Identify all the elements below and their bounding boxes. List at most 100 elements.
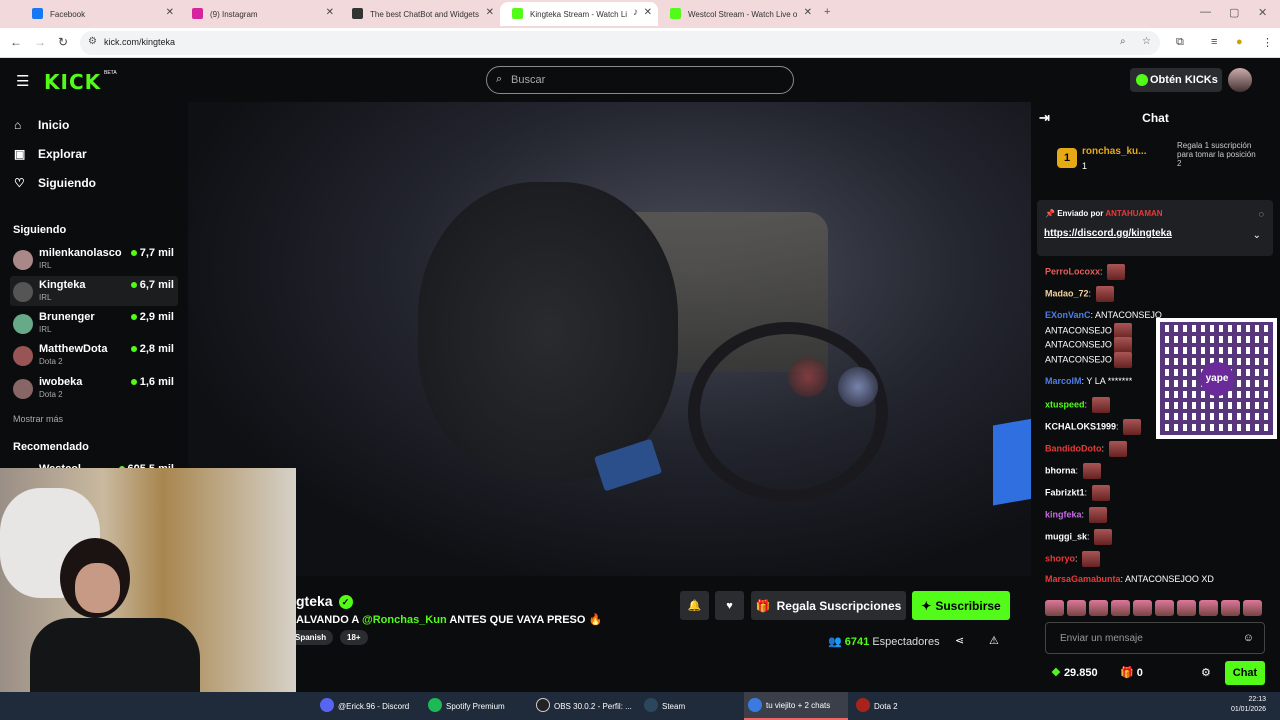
forward-icon[interactable]: → [34,35,46,49]
chat-username[interactable]: MarcolM [1045,376,1082,386]
gift-count[interactable]: 🎁 0 [1120,666,1143,679]
browser-tab[interactable]: (9) Instagram ✕ [180,2,340,26]
taskbar-item-active[interactable]: tu viejito + 2 chats [744,692,848,720]
hamburger-menu-icon[interactable]: ☰ [16,72,29,90]
nav-explore[interactable]: ▣ Explorar [14,147,87,161]
webcam-face [75,563,120,613]
chat-username[interactable]: muggi_sk [1045,531,1087,541]
chat-emote [1107,264,1126,280]
emote-button[interactable] [1221,600,1240,616]
profile-icon[interactable]: ● [1236,36,1243,48]
emote-button[interactable] [1243,600,1262,616]
chat-username[interactable]: kingfeka [1045,509,1082,519]
gift-subscriptions-button[interactable]: 🎁 Regala Suscripciones [751,591,906,620]
nav-following[interactable]: ♡ Siguiendo [14,176,96,190]
url-field[interactable]: ⚙ kick.com/kingteka ⌕ ☆ [80,31,1160,55]
system-clock[interactable]: 22:13 01/01/2026 [1231,695,1266,715]
search-bar[interactable]: ⌕ Buscar [486,66,794,94]
points-icon: ❖ [1051,667,1061,679]
following-channel[interactable]: milenkanolasco IRL 7,7 mil [10,244,178,274]
emote-button[interactable] [1045,600,1064,616]
close-icon[interactable]: ✕ [326,7,334,18]
zoom-icon[interactable]: ⌕ [1120,36,1126,47]
collapse-chat-icon[interactable]: ⇥ [1039,102,1050,134]
following-channel[interactable]: iwobeka Dota 2 1,6 mil [10,373,178,403]
taskbar-item[interactable]: @Erick.96 - Discord [316,692,420,720]
following-channel[interactable]: Brunenger IRL 2,9 mil [10,308,178,338]
taskbar-item[interactable]: Spotify Premium [424,692,528,720]
emote-button[interactable] [1111,600,1130,616]
maximize-icon[interactable]: ▢ [1229,6,1239,19]
chat-message: shoryo: [1045,551,1101,567]
chrome-menu-icon[interactable]: ⋮ [1262,36,1273,49]
share-icon[interactable]: ⋖ [955,634,964,647]
channel-points[interactable]: ❖ 29.850 [1051,666,1098,679]
close-icon[interactable]: ✕ [804,7,812,18]
chat-username[interactable]: xtuspeed [1045,399,1085,409]
chat-settings-icon[interactable]: ⚙ [1201,666,1211,679]
emote-button[interactable] [1177,600,1196,616]
chevron-down-icon[interactable]: ⌄ [1253,230,1261,241]
chat-username[interactable]: BandidoDoto [1045,443,1102,453]
emote-button[interactable] [1067,600,1086,616]
minimize-icon[interactable]: — [1200,6,1211,18]
chat-username[interactable]: MarsaGamabunta [1045,574,1121,584]
subscribe-button[interactable]: ✦ Suscribirse [912,591,1010,620]
taskbar-item[interactable]: Dota 2 [852,692,956,720]
close-window-icon[interactable]: ✕ [1258,6,1267,19]
back-icon[interactable]: ← [10,35,22,49]
notification-bell-button[interactable]: 🔔 [680,591,709,620]
media-icon[interactable]: ≡ [1211,36,1217,48]
browser-tab[interactable]: Westcol Stream - Watch Live o ✕ [658,2,818,26]
chat-username[interactable]: PerroLocoxx [1045,266,1100,276]
live-dot-icon [130,282,137,288]
pinned-link[interactable]: https://discord.gg/kingteka [1044,228,1172,239]
follow-heart-button[interactable]: ♥ [715,591,744,620]
chat-username[interactable]: Madao_72 [1045,288,1089,298]
chat-username[interactable]: KCHALOKS1999 [1045,421,1116,431]
mention-link[interactable]: @Ronchas_Kun [362,614,447,626]
hide-pinned-icon[interactable]: ◌ [1259,209,1264,219]
close-icon[interactable]: ✕ [644,7,652,18]
user-avatar[interactable] [1228,68,1252,92]
get-kicks-button[interactable]: Obtén KICKs [1130,68,1222,92]
report-icon[interactable]: ⚠ [989,634,999,647]
following-channel-selected[interactable]: Kingteka IRL 6,7 mil [10,276,178,306]
chat-username[interactable]: EXonVanC [1045,310,1091,320]
chat-text: ANTACONSEJO [1095,310,1162,320]
kick-logo[interactable]: KICK [44,70,101,94]
new-tab-icon[interactable]: + [824,6,830,18]
video-player[interactable] [188,102,1031,576]
chat-username[interactable]: Fabrizkt1 [1045,487,1085,497]
close-icon[interactable]: ✕ [166,7,174,18]
speaker-icon[interactable]: ♪ [633,7,638,18]
reload-icon[interactable]: ↻ [58,35,68,49]
tag-mature[interactable]: 18+ [340,630,368,645]
following-channel[interactable]: MatthewDota Dota 2 2,8 mil [10,340,178,370]
emote-button[interactable] [1133,600,1152,616]
nav-home[interactable]: ⌂ Inicio [14,118,69,132]
browser-tab-active[interactable]: Kingteka Stream - Watch Li ♪ ✕ [500,2,658,26]
emoji-picker-icon[interactable]: ☺ [1243,632,1254,644]
taskbar-item[interactable]: OBS 30.0.2 - Perfil: ... [532,692,636,720]
sparkle-icon: ✦ [921,598,932,613]
show-more-link[interactable]: Mostrar más [13,414,63,424]
send-chat-button[interactable]: Chat [1225,661,1265,685]
extensions-icon[interactable]: ⧉ [1176,36,1184,49]
emote-button[interactable] [1199,600,1218,616]
streamer-name[interactable]: gteka ✓ [296,593,353,609]
top-gifter-name[interactable]: ronchas_ku... [1082,146,1146,157]
chat-username[interactable]: shoryo [1045,553,1075,563]
gift-prompt[interactable]: Regala 1 suscripción para tomar la posic… [1177,141,1257,168]
close-icon[interactable]: ✕ [486,7,494,18]
emote-button[interactable] [1155,600,1174,616]
site-info-icon[interactable]: ⚙ [88,36,97,47]
pinned-message[interactable]: 📌 Enviado por ANTAHUAMAN ◌ https://disco… [1037,200,1273,256]
chat-message-input[interactable]: Enviar un mensaje ☺ [1045,622,1265,654]
taskbar-item[interactable]: Steam [640,692,740,720]
emote-button[interactable] [1089,600,1108,616]
chat-username[interactable]: bhorna [1045,465,1076,475]
browser-tab[interactable]: The best ChatBot and Widgets ✕ [340,2,500,26]
bookmark-star-icon[interactable]: ☆ [1142,36,1151,47]
browser-tab[interactable]: Facebook ✕ [20,2,180,26]
